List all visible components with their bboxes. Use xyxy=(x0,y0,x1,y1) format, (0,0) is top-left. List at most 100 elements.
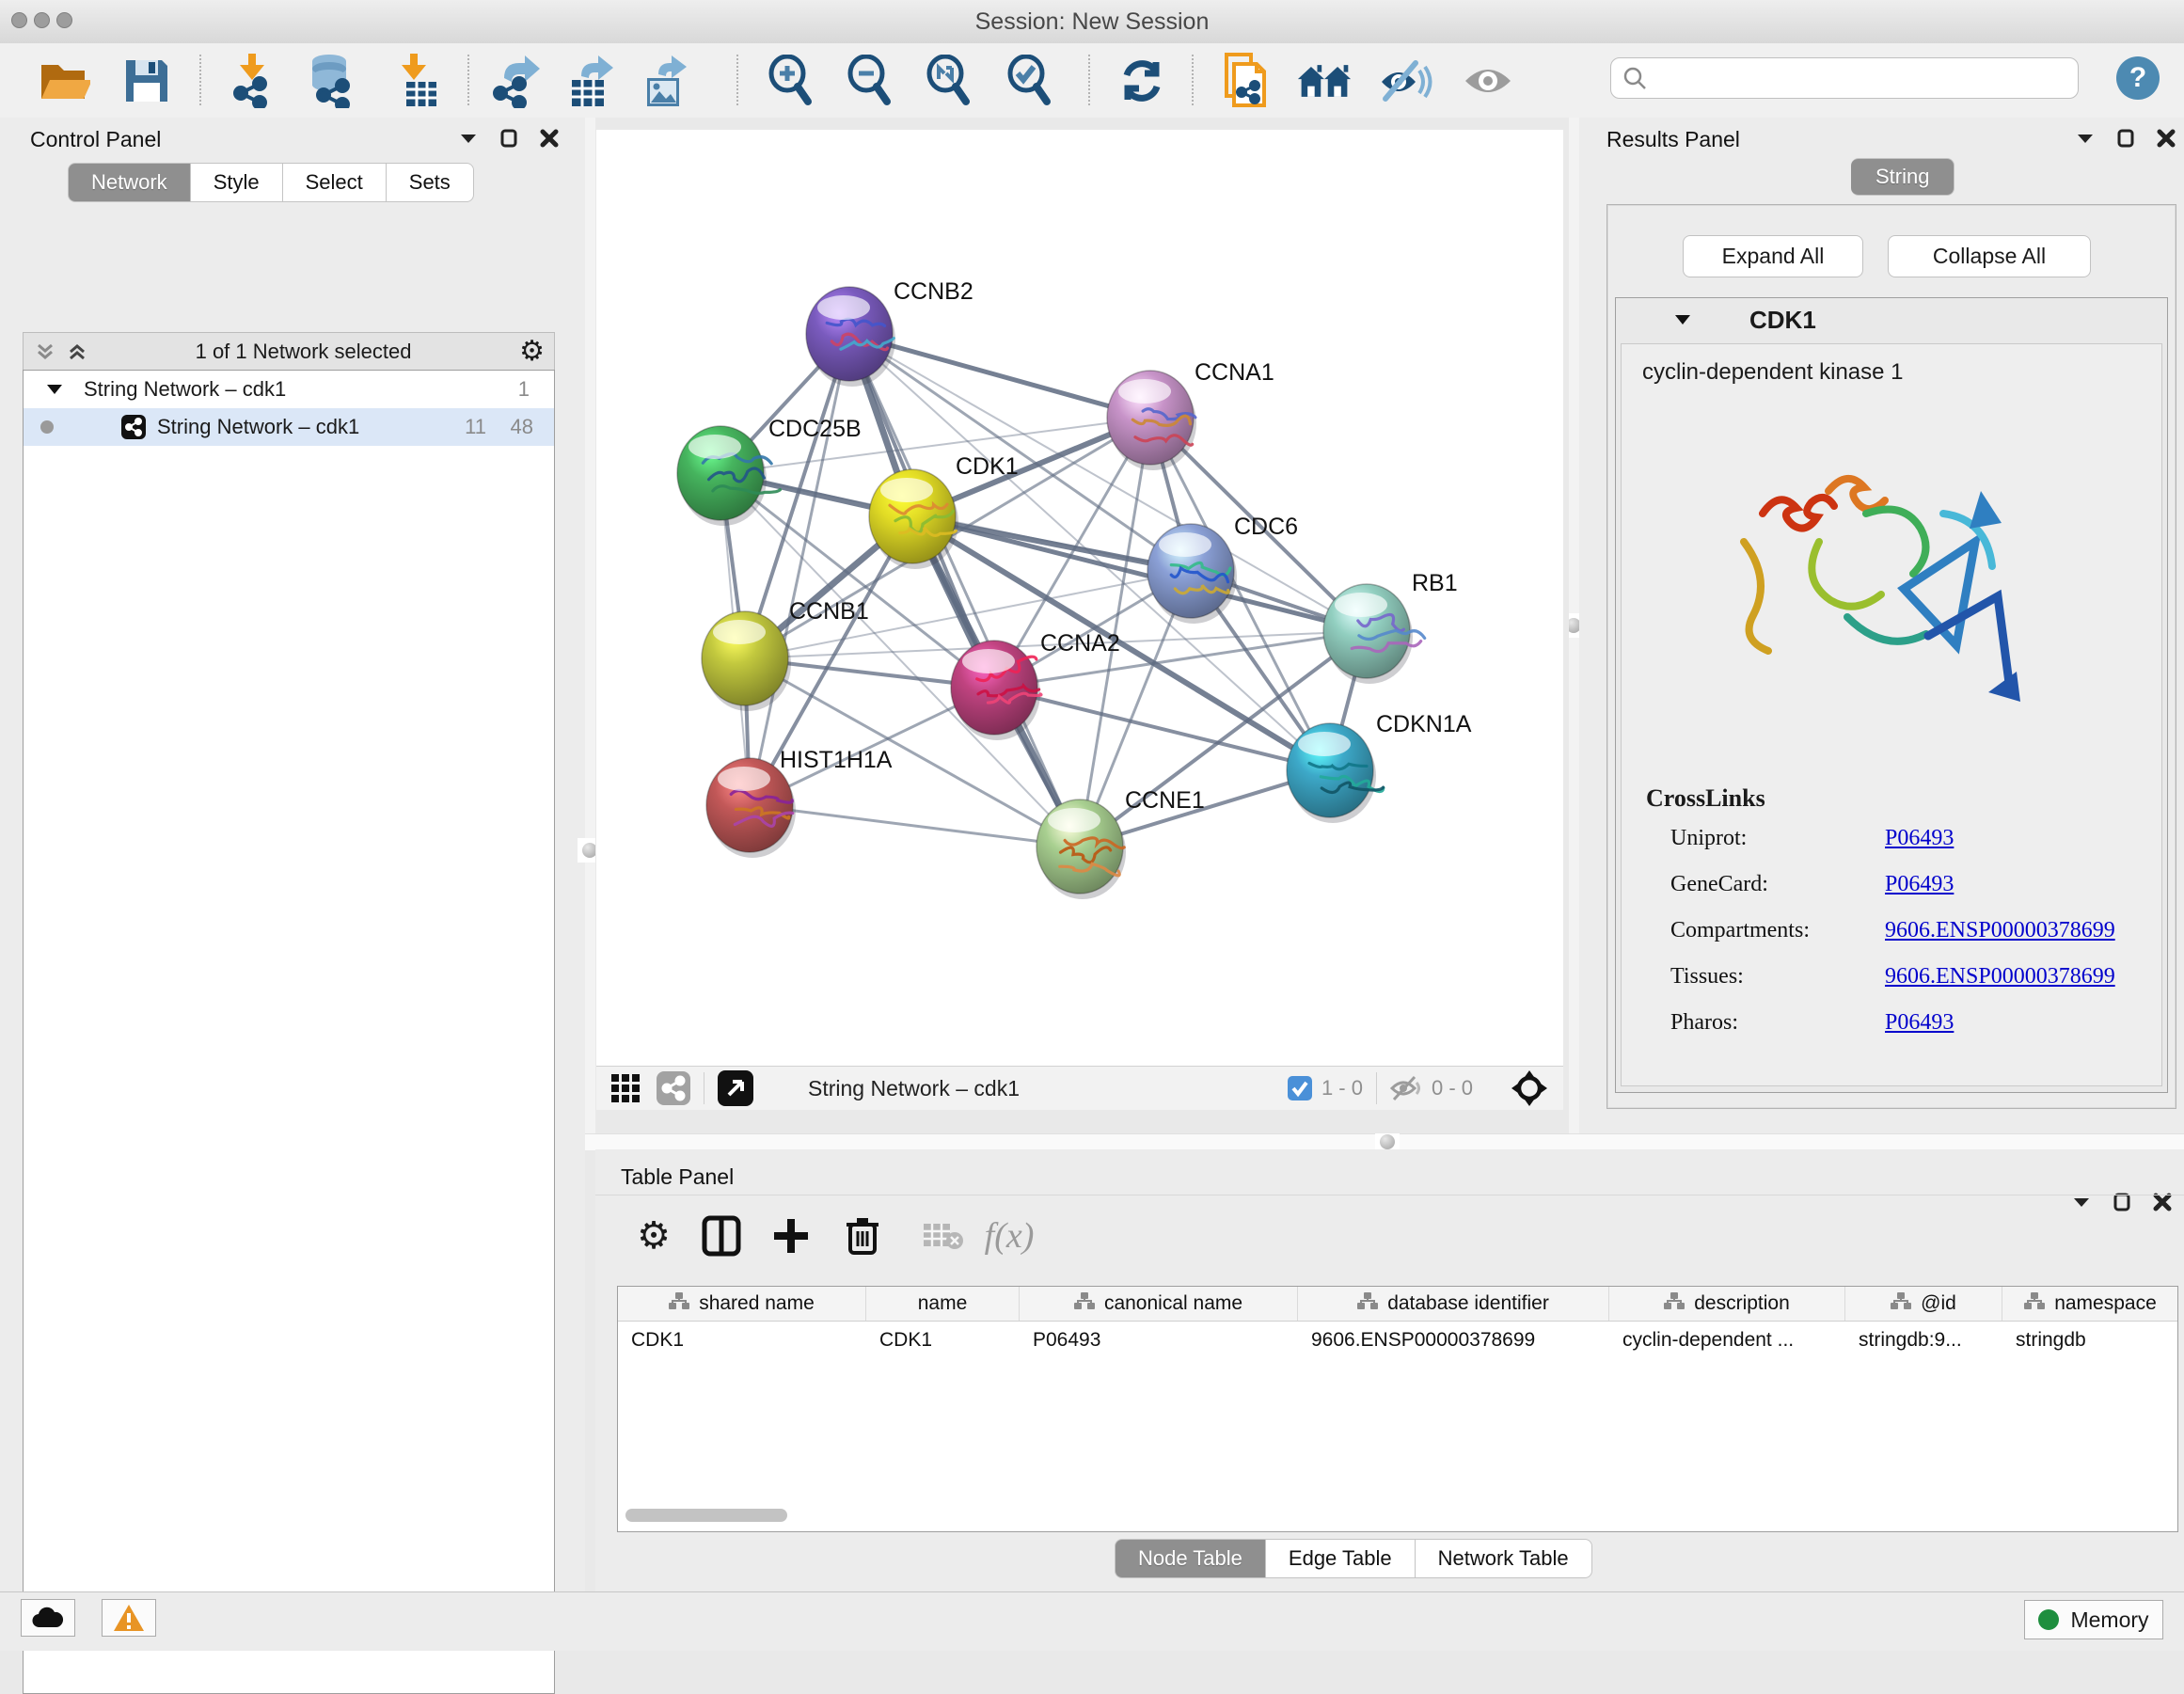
expand-all-icon[interactable] xyxy=(67,341,87,362)
table-cell[interactable]: CDK1 xyxy=(866,1329,1020,1352)
zoom-in-icon[interactable] xyxy=(764,54,820,108)
horizontal-scrollbar-thumb[interactable] xyxy=(625,1509,787,1522)
help-icon[interactable]: ? xyxy=(2116,56,2160,100)
import-network-from-database-icon[interactable] xyxy=(303,54,359,108)
panel-menu-icon[interactable] xyxy=(2072,1195,2091,1209)
column-header-name[interactable]: name xyxy=(866,1287,1020,1321)
node-label-CCNB1: CCNB1 xyxy=(789,598,869,625)
warning-icon[interactable] xyxy=(102,1599,156,1637)
network-node-RB1[interactable]: RB1 xyxy=(1323,570,1458,684)
column-header-shared-name[interactable]: shared name xyxy=(618,1287,866,1321)
table-cell[interactable]: cyclin-dependent ... xyxy=(1609,1329,1845,1352)
column-header-namespace[interactable]: namespace xyxy=(2002,1287,2178,1321)
network-node-CCNA2[interactable]: CCNA2 xyxy=(951,630,1120,740)
first-neighbors-icon[interactable] xyxy=(1296,54,1353,108)
export-table-icon[interactable] xyxy=(562,54,619,108)
tab-select[interactable]: Select xyxy=(283,163,387,202)
selected-checkbox-icon[interactable] xyxy=(1288,1076,1312,1100)
tab-edge-table[interactable]: Edge Table xyxy=(1266,1539,1416,1578)
collapse-card-icon[interactable] xyxy=(1674,313,1691,326)
table-cell[interactable]: stringdb:9... xyxy=(1845,1329,2002,1352)
birds-eye-view-icon[interactable] xyxy=(718,1070,753,1106)
tab-network-table[interactable]: Network Table xyxy=(1416,1539,1592,1578)
network-edge[interactable] xyxy=(912,516,1367,631)
show-columns-icon[interactable] xyxy=(697,1211,746,1260)
function-builder-icon[interactable]: f(x) xyxy=(985,1211,1034,1260)
network-view-panel: CCNB2CCNA1CDC25BCDK1CDC6RB1CCNB1CCNA2CDK… xyxy=(595,118,1569,1133)
network-node-CCNA1[interactable]: CCNA1 xyxy=(1107,359,1274,470)
column-header-database-identifier[interactable]: database identifier xyxy=(1298,1287,1609,1321)
network-edge[interactable] xyxy=(750,805,1080,847)
zoom-out-icon[interactable] xyxy=(843,54,899,108)
zoom-fit-icon[interactable] xyxy=(922,54,978,108)
crosslink-link[interactable]: P06493 xyxy=(1885,872,1954,897)
close-panel-icon[interactable] xyxy=(2153,1193,2172,1211)
collapse-all-icon[interactable] xyxy=(35,341,55,362)
tab-style[interactable]: Style xyxy=(191,163,283,202)
export-image-icon[interactable] xyxy=(638,54,694,108)
hide-selected-icon[interactable] xyxy=(1377,54,1433,108)
export-network-icon[interactable] xyxy=(487,54,544,108)
network-row[interactable]: String Network – cdk1 11 48 xyxy=(24,408,554,446)
import-network-from-file-icon[interactable] xyxy=(226,54,282,108)
show-all-icon[interactable] xyxy=(1460,54,1516,108)
network-node-CDKN1A[interactable]: CDKN1A xyxy=(1287,711,1472,823)
column-header-description[interactable]: description xyxy=(1609,1287,1845,1321)
memory-button[interactable]: Memory xyxy=(2024,1600,2163,1639)
crosslink-link[interactable]: 9606.ENSP00000378699 xyxy=(1885,964,2115,989)
delete-column-trash-icon[interactable] xyxy=(838,1211,887,1260)
network-collection-row[interactable]: String Network – cdk1 1 xyxy=(24,371,554,408)
open-session-icon[interactable] xyxy=(36,54,92,108)
table-cell[interactable]: 9606.ENSP00000378699 xyxy=(1298,1329,1609,1352)
tab-network[interactable]: Network xyxy=(68,163,191,202)
tab-node-table[interactable]: Node Table xyxy=(1115,1539,1266,1578)
collapse-all-button[interactable]: Collapse All xyxy=(1888,235,2091,277)
cloud-icon[interactable] xyxy=(21,1599,75,1637)
vertical-splitter-left[interactable] xyxy=(585,118,595,1133)
column-type-icon xyxy=(1074,1291,1095,1316)
float-panel-icon[interactable] xyxy=(2117,129,2134,148)
network-canvas[interactable]: CCNB2CCNA1CDC25BCDK1CDC6RB1CCNB1CCNA2CDK… xyxy=(596,130,1563,1066)
import-table-from-file-icon[interactable] xyxy=(389,54,446,108)
close-panel-icon[interactable] xyxy=(2157,129,2176,148)
column-header-canonical-name[interactable]: canonical name xyxy=(1020,1287,1298,1321)
network-node-CCNE1[interactable]: CCNE1 xyxy=(1037,787,1205,899)
tab-string[interactable]: String xyxy=(1851,158,1955,196)
network-node-CDC25B[interactable]: CDC25B xyxy=(677,416,862,526)
table-settings-gear-icon[interactable]: ⚙ xyxy=(629,1211,678,1260)
close-panel-icon[interactable] xyxy=(540,129,559,148)
network-edge[interactable] xyxy=(750,334,849,805)
table-row[interactable]: CDK1CDK1P064939606.ENSP00000378699cyclin… xyxy=(618,1322,2177,1359)
grid-view-icon[interactable] xyxy=(609,1072,641,1104)
float-panel-icon[interactable] xyxy=(2113,1193,2130,1211)
copy-network-icon[interactable] xyxy=(1217,54,1274,108)
panel-menu-icon[interactable] xyxy=(2076,132,2095,145)
gear-icon[interactable]: ⚙ xyxy=(519,338,545,366)
table-cell[interactable]: P06493 xyxy=(1020,1329,1298,1352)
node-label-CCNA2: CCNA2 xyxy=(1040,630,1120,657)
crosslink-link[interactable]: 9606.ENSP00000378699 xyxy=(1885,918,2115,943)
zoom-selected-icon[interactable] xyxy=(1003,54,1059,108)
network-node-HIST1H1A[interactable]: HIST1H1A xyxy=(706,747,893,858)
delete-table-icon[interactable] xyxy=(919,1211,968,1260)
refresh-icon[interactable] xyxy=(1114,54,1170,108)
table-cell[interactable]: stringdb xyxy=(2002,1329,2178,1352)
crosslink-link[interactable]: P06493 xyxy=(1885,826,1954,851)
table-cell[interactable]: CDK1 xyxy=(618,1329,866,1352)
vertical-splitter-right[interactable] xyxy=(1569,118,1579,1133)
network-node-CDK1[interactable]: CDK1 xyxy=(869,453,1019,569)
crosslink-link[interactable]: P06493 xyxy=(1885,1010,1954,1036)
expand-all-button[interactable]: Expand All xyxy=(1683,235,1863,277)
column-header--id[interactable]: @id xyxy=(1845,1287,2002,1321)
network-view-icon[interactable] xyxy=(657,1071,690,1105)
create-column-plus-icon[interactable] xyxy=(767,1211,815,1260)
save-session-icon[interactable] xyxy=(119,54,175,108)
tab-sets[interactable]: Sets xyxy=(387,163,474,202)
panel-menu-icon[interactable] xyxy=(459,132,478,145)
collapse-collection-icon[interactable] xyxy=(46,383,63,396)
horizontal-splitter[interactable] xyxy=(585,1133,2184,1150)
string-network-graph[interactable]: CCNB2CCNA1CDC25BCDK1CDC6RB1CCNB1CCNA2CDK… xyxy=(596,130,1563,1066)
float-panel-icon[interactable] xyxy=(500,129,517,148)
search-input[interactable] xyxy=(1647,65,2055,91)
fit-selected-crosshair-icon[interactable] xyxy=(1511,1069,1548,1107)
